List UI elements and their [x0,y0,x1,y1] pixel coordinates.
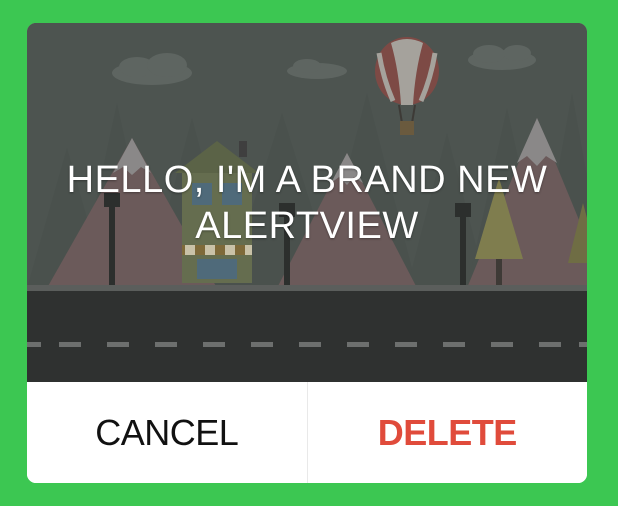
delete-button[interactable]: DELETE [308,382,588,483]
alert-dialog: HELLO, I'M A BRAND NEW ALERTVIEW CANCEL … [27,23,587,483]
alert-actions: CANCEL DELETE [27,382,587,483]
road-lane-dashes [27,342,587,347]
alert-title: HELLO, I'M A BRAND NEW ALERTVIEW [66,159,548,247]
cancel-button[interactable]: CANCEL [27,382,308,483]
alert-hero-image: HELLO, I'M A BRAND NEW ALERTVIEW [27,23,587,382]
